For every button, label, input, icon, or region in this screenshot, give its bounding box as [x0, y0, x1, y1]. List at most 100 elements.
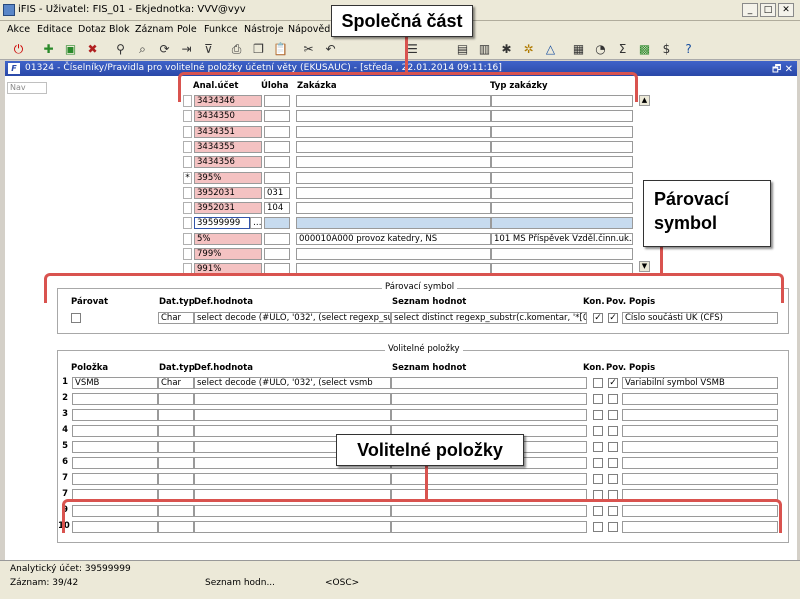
kon-checkbox[interactable]	[593, 378, 603, 388]
account-cell[interactable]: 799%	[194, 248, 262, 260]
page-icon[interactable]: ▥	[476, 41, 493, 57]
task-cell[interactable]	[264, 140, 290, 153]
menu-zaznam[interactable]: Záznam	[135, 24, 173, 35]
calendar-icon[interactable]: ▦	[570, 41, 587, 57]
undo-icon[interactable]: ↶	[322, 41, 339, 57]
menu-editace[interactable]: Editace	[37, 24, 72, 35]
task-cell[interactable]	[264, 171, 290, 184]
star-icon[interactable]: ✲	[520, 41, 537, 57]
lookup-button[interactable]: …	[250, 217, 262, 230]
account-cell[interactable]: 3434351	[194, 125, 262, 138]
pov-checkbox[interactable]: ✓	[608, 378, 618, 388]
pov-checkbox[interactable]	[608, 426, 618, 436]
contract-type-cell[interactable]	[491, 186, 633, 199]
dtype-cell[interactable]	[158, 409, 194, 421]
desc-cell[interactable]	[622, 441, 778, 453]
menu-pole[interactable]: Pole	[177, 24, 197, 35]
refresh-icon[interactable]: ⟳	[156, 41, 173, 57]
contract-type-cell[interactable]	[491, 202, 633, 215]
pov-checkbox[interactable]	[608, 442, 618, 452]
dtype-cell[interactable]	[158, 473, 194, 485]
contract-type-cell[interactable]	[491, 110, 633, 123]
kon-checkbox[interactable]	[593, 410, 603, 420]
dtype-cell[interactable]	[158, 457, 194, 469]
clock-icon[interactable]: ◔	[592, 41, 609, 57]
desc-cell[interactable]	[622, 393, 778, 405]
menu-akce[interactable]: Akce	[7, 24, 30, 35]
item-cell[interactable]	[72, 393, 158, 405]
query-icon[interactable]: ⌕	[134, 41, 151, 57]
account-cell[interactable]: 3434355	[194, 140, 262, 153]
contract-cell[interactable]	[296, 125, 491, 138]
pair-dtype[interactable]: Char	[158, 312, 194, 324]
calc-icon[interactable]: ▩	[636, 41, 653, 57]
values-cell[interactable]	[391, 473, 587, 485]
default-cell[interactable]	[194, 409, 391, 421]
item-cell[interactable]	[72, 457, 158, 469]
search-icon[interactable]: ⚲	[112, 41, 129, 57]
task-cell[interactable]	[264, 248, 290, 260]
menu-napoveda[interactable]: Nápověd	[288, 24, 330, 35]
account-cell[interactable]: 5%	[194, 232, 262, 245]
task-cell[interactable]	[264, 156, 290, 169]
kon-checkbox[interactable]	[593, 474, 603, 484]
menu-funkce[interactable]: Funkce	[204, 24, 238, 35]
pair-kon-checkbox[interactable]: ✓	[593, 313, 603, 323]
minimize-button[interactable]: _	[742, 3, 758, 17]
contract-cell[interactable]	[296, 217, 491, 230]
contract-type-cell[interactable]: 101 MŠ Příspěvek Vzděl.činn.uk.A,B	[491, 232, 633, 245]
scroll-up-icon[interactable]: ▲	[639, 95, 650, 106]
contract-type-cell[interactable]	[491, 248, 633, 260]
desc-cell[interactable]	[622, 425, 778, 437]
row-indicator[interactable]	[183, 232, 192, 245]
pov-checkbox[interactable]	[608, 474, 618, 484]
item-cell[interactable]	[72, 409, 158, 421]
dtype-cell[interactable]: Char	[158, 377, 194, 389]
default-cell[interactable]	[194, 393, 391, 405]
values-cell[interactable]	[391, 409, 587, 421]
kon-checkbox[interactable]	[593, 458, 603, 468]
contract-cell[interactable]	[296, 140, 491, 153]
save-icon[interactable]: ▣	[62, 41, 79, 57]
settings-icon[interactable]: ✱	[498, 41, 515, 57]
contract-cell[interactable]	[296, 110, 491, 123]
scroll-down-icon[interactable]: ▼	[639, 261, 650, 272]
pair-default[interactable]: select decode (#ULO, '032', (select rege…	[194, 312, 391, 324]
symbol-icon[interactable]: $	[658, 41, 675, 57]
contract-cell[interactable]	[296, 202, 491, 215]
dtype-cell[interactable]	[158, 441, 194, 453]
row-indicator[interactable]	[183, 202, 192, 215]
contract-cell[interactable]: 000010A000 provoz katedry, NS	[296, 232, 491, 245]
task-cell[interactable]	[264, 232, 290, 245]
account-cell[interactable]: 39599999	[194, 217, 250, 230]
task-cell[interactable]	[264, 110, 290, 123]
item-cell[interactable]	[72, 473, 158, 485]
contract-type-cell[interactable]	[491, 217, 633, 230]
menu-nastroje[interactable]: Nástroje	[244, 24, 284, 35]
contract-type-cell[interactable]	[491, 140, 633, 153]
nav-field[interactable]: Nav	[7, 82, 47, 94]
contract-cell[interactable]	[296, 156, 491, 169]
account-cell[interactable]: 3952031	[194, 186, 262, 199]
pair-checkbox[interactable]	[71, 313, 81, 323]
maximize-button[interactable]: □	[760, 3, 776, 17]
pov-checkbox[interactable]	[608, 410, 618, 420]
dtype-cell[interactable]	[158, 425, 194, 437]
item-cell[interactable]: VSMB	[72, 377, 158, 389]
pair-values[interactable]: select distinct regexp_substr(c.komentar…	[391, 312, 587, 324]
row-indicator[interactable]	[183, 125, 192, 138]
contract-type-cell[interactable]	[491, 171, 633, 184]
contract-cell[interactable]	[296, 171, 491, 184]
item-cell[interactable]	[72, 425, 158, 437]
contract-type-cell[interactable]	[491, 156, 633, 169]
contract-type-cell[interactable]	[491, 125, 633, 138]
menu-blok[interactable]: Blok	[109, 24, 129, 35]
desc-cell[interactable]: Variabilní symbol VSMB	[622, 377, 778, 389]
paste-icon[interactable]: 📋	[272, 41, 289, 57]
account-cell[interactable]: 3434350	[194, 110, 262, 123]
dtype-cell[interactable]	[158, 393, 194, 405]
menu-dotaz[interactable]: Dotaz	[78, 24, 106, 35]
contract-cell[interactable]	[296, 186, 491, 199]
row-indicator[interactable]	[183, 110, 192, 123]
account-cell[interactable]: 395%	[194, 171, 262, 184]
